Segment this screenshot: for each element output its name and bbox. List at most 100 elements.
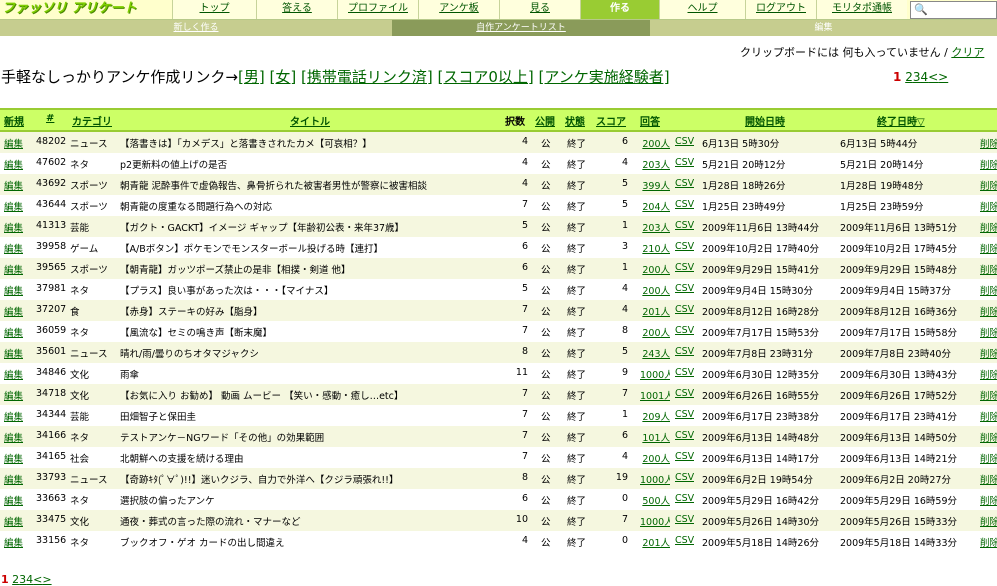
edit-link[interactable]: 編集 [4, 514, 23, 528]
csv-link[interactable]: CSV [675, 430, 694, 441]
edit-link[interactable]: 編集 [4, 367, 23, 381]
col-status[interactable]: 状態 [565, 113, 585, 128]
csv-link[interactable]: CSV [675, 514, 694, 525]
edit-link[interactable]: 編集 [4, 262, 23, 276]
delete-link[interactable]: 削除 [980, 304, 997, 318]
answer-count-link[interactable]: 101人 [640, 430, 670, 444]
answer-count-link[interactable]: 500人 [640, 493, 670, 507]
pager-prev[interactable]: < [928, 70, 938, 84]
csv-link[interactable]: CSV [675, 451, 694, 462]
nav-item-8[interactable]: モリタポ通帳 [816, 0, 907, 19]
edit-link[interactable]: 編集 [4, 430, 23, 444]
col-id[interactable]: # [46, 113, 54, 124]
answer-count-link[interactable]: 200人 [640, 262, 670, 276]
csv-link[interactable]: CSV [675, 157, 694, 168]
delete-link[interactable]: 削除 [980, 199, 997, 213]
delete-link[interactable]: 削除 [980, 535, 997, 549]
answer-count-link[interactable]: 200人 [640, 283, 670, 297]
delete-link[interactable]: 削除 [980, 220, 997, 234]
answer-count-link[interactable]: 204人 [640, 199, 670, 213]
answer-count-link[interactable]: 200人 [640, 451, 670, 465]
edit-link[interactable]: 編集 [4, 157, 23, 171]
edit-link[interactable]: 編集 [4, 472, 23, 486]
delete-link[interactable]: 削除 [980, 241, 997, 255]
edit-link[interactable]: 編集 [4, 388, 23, 402]
col-end[interactable]: 終了日時▽ [877, 113, 925, 128]
csv-link[interactable]: CSV [675, 367, 694, 378]
delete-link[interactable]: 削除 [980, 262, 997, 276]
delete-link[interactable]: 削除 [980, 430, 997, 444]
edit-link[interactable]: 編集 [4, 241, 23, 255]
pager-next[interactable]: > [938, 70, 948, 84]
edit-link[interactable]: 編集 [4, 304, 23, 318]
answer-count-link[interactable]: 209人 [640, 409, 670, 423]
answer-count-link[interactable]: 203人 [640, 157, 670, 171]
answer-count-link[interactable]: 1000人 [640, 472, 670, 486]
edit-link[interactable]: 編集 [4, 220, 23, 234]
edit-link[interactable]: 編集 [4, 199, 23, 213]
edit-link[interactable]: 編集 [4, 493, 23, 507]
delete-link[interactable]: 削除 [980, 136, 997, 150]
edit-link[interactable]: 編集 [4, 451, 23, 465]
col-public[interactable]: 公開 [535, 113, 555, 128]
quick-link-mobile[interactable]: [携帯電話リンク済] [301, 68, 433, 86]
delete-link[interactable]: 削除 [980, 325, 997, 339]
site-logo[interactable]: ファッソリ アリケート [2, 1, 172, 17]
col-score[interactable]: スコア [596, 113, 626, 128]
csv-link[interactable]: CSV [675, 199, 694, 210]
col-start[interactable]: 開始日時 [745, 113, 785, 128]
csv-link[interactable]: CSV [675, 472, 694, 483]
csv-link[interactable]: CSV [675, 136, 694, 147]
nav-item-4[interactable]: 見る [499, 0, 580, 19]
delete-link[interactable]: 削除 [980, 409, 997, 423]
delete-link[interactable]: 削除 [980, 451, 997, 465]
answer-count-link[interactable]: 201人 [640, 535, 670, 549]
csv-link[interactable]: CSV [675, 178, 694, 189]
answer-count-link[interactable]: 200人 [640, 325, 670, 339]
answer-count-link[interactable]: 201人 [640, 304, 670, 318]
nav-item-0[interactable]: トップ [172, 0, 256, 19]
edit-link[interactable]: 編集 [4, 346, 23, 360]
quick-link-experienced[interactable]: [アンケ実施経験者] [539, 68, 670, 86]
search-input[interactable]: 🔍 [910, 1, 997, 19]
pager-bottom-prev[interactable]: < [33, 573, 42, 586]
edit-link[interactable]: 編集 [4, 283, 23, 297]
delete-link[interactable]: 削除 [980, 367, 997, 381]
edit-link[interactable]: 編集 [4, 136, 23, 150]
subnav-new[interactable]: 新しく作る [0, 20, 392, 36]
delete-link[interactable]: 削除 [980, 514, 997, 528]
pager-page-4[interactable]: 4 [920, 70, 928, 84]
answer-count-link[interactable]: 1000人 [640, 367, 670, 381]
answer-count-link[interactable]: 210人 [640, 241, 670, 255]
col-answers[interactable]: 回答 [640, 113, 660, 128]
csv-link[interactable]: CSV [675, 325, 694, 336]
delete-link[interactable]: 削除 [980, 157, 997, 171]
nav-item-7[interactable]: ログアウト [745, 0, 816, 19]
nav-item-6[interactable]: ヘルプ [659, 0, 745, 19]
csv-link[interactable]: CSV [675, 262, 694, 273]
delete-link[interactable]: 削除 [980, 388, 997, 402]
pager-bottom-next[interactable]: > [42, 573, 51, 586]
edit-link[interactable]: 編集 [4, 535, 23, 549]
answer-count-link[interactable]: 200人 [640, 136, 670, 150]
csv-link[interactable]: CSV [675, 304, 694, 315]
csv-link[interactable]: CSV [675, 493, 694, 504]
col-category[interactable]: カテゴリ [72, 113, 112, 128]
delete-link[interactable]: 削除 [980, 178, 997, 192]
csv-link[interactable]: CSV [675, 346, 694, 357]
nav-item-2[interactable]: プロファイル [337, 0, 418, 19]
quick-link-female[interactable]: [女] [269, 68, 296, 86]
pager-page-2[interactable]: 2 [905, 70, 913, 84]
answer-count-link[interactable]: 243人 [640, 346, 670, 360]
delete-link[interactable]: 削除 [980, 472, 997, 486]
quick-link-score[interactable]: [スコア0以上] [437, 68, 533, 86]
csv-link[interactable]: CSV [675, 283, 694, 294]
edit-link[interactable]: 編集 [4, 409, 23, 423]
answer-count-link[interactable]: 399人 [640, 178, 670, 192]
csv-link[interactable]: CSV [675, 388, 694, 399]
csv-link[interactable]: CSV [675, 220, 694, 231]
col-new[interactable]: 新規 [4, 113, 24, 128]
answer-count-link[interactable]: 1001人 [640, 388, 670, 402]
nav-item-5[interactable]: 作る [580, 0, 659, 19]
csv-link[interactable]: CSV [675, 241, 694, 252]
